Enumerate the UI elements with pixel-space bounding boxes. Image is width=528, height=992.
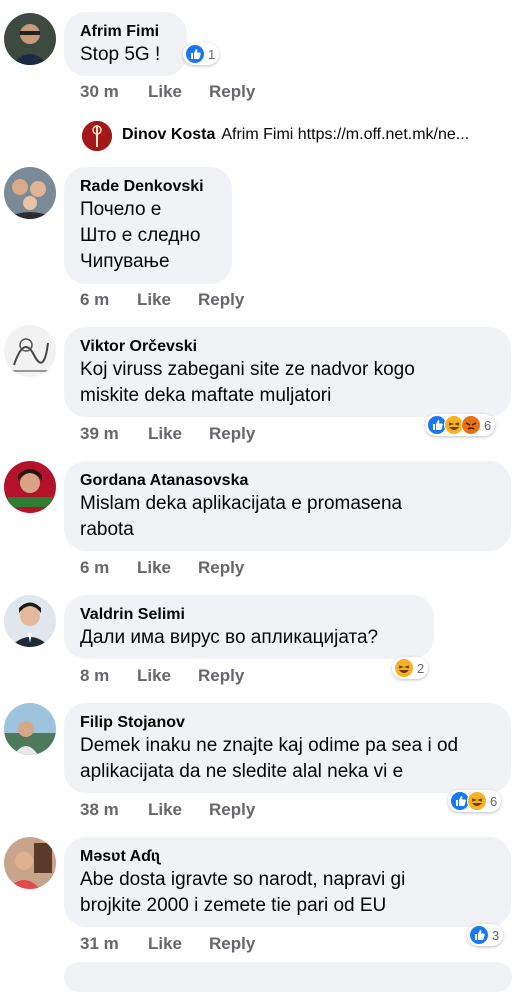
reply-preview[interactable]: Dinov Kosta Afrim Fimi https://m.off.net.… (82, 121, 522, 153)
comment-timestamp[interactable]: 8 m (80, 666, 109, 686)
comment-author[interactable]: Viktor Orčevski (80, 337, 495, 357)
comment-author[interactable]: Afrim Fimi (80, 22, 171, 42)
comment-bubble: Afrim Fimi Stop 5G ! (64, 12, 187, 76)
reaction-summary[interactable]: 6 (425, 414, 496, 436)
reaction-summary[interactable]: 3 (467, 924, 504, 946)
comment-bubble-partial (64, 962, 512, 992)
like-button[interactable]: Like (148, 424, 182, 444)
comment-text: Demek inaku ne znajte kaj odime pa sea i… (80, 735, 459, 782)
comment-bubble: Rade Denkovski Почело е Што е следно Чип… (64, 167, 232, 284)
comment-actions: 31 m Like Reply (80, 934, 380, 954)
reply-preview-text: Dinov Kosta Afrim Fimi https://m.off.net.… (122, 126, 522, 144)
comment-actions: 6 m Like Reply (80, 290, 380, 310)
comment-text: Abe dosta igravte so narodt, napravi gi … (80, 869, 406, 916)
comment-author[interactable]: Valdrin Selimi (80, 605, 418, 625)
avatar[interactable] (4, 595, 56, 647)
comment-text: Stop 5G ! (80, 44, 161, 65)
comment-actions: 38 m Like Reply (80, 800, 380, 820)
comment-timestamp[interactable]: 6 m (80, 558, 109, 578)
comment-author[interactable]: Məsʋt Aɗɩʅ (80, 847, 495, 867)
like-icon (185, 44, 205, 64)
like-icon (469, 925, 489, 945)
reply-button[interactable]: Reply (198, 666, 244, 686)
comment-text: Дали има вирус во апликацијата? (80, 627, 379, 648)
comment-author[interactable]: Rade Denkovski (80, 177, 216, 197)
comment-timestamp[interactable]: 6 m (80, 290, 109, 310)
reply-button[interactable]: Reply (209, 800, 255, 820)
reply-button[interactable]: Reply (209, 424, 255, 444)
avatar[interactable] (4, 461, 56, 513)
reply-button[interactable]: Reply (198, 558, 244, 578)
comment-bubble: Məsʋt Aɗɩʅ Abe dosta igravte so narodt, … (64, 837, 511, 927)
comment-text: Koj viruss zabegani site ze nadvor kogo … (80, 359, 415, 406)
reply-button[interactable]: Reply (209, 934, 255, 954)
comment-text: Mislam deka aplikacijata e promasena rab… (80, 493, 403, 540)
avatar[interactable] (4, 325, 56, 377)
reaction-summary[interactable]: 6 (448, 790, 502, 812)
like-button[interactable]: Like (148, 934, 182, 954)
avatar[interactable] (4, 837, 56, 889)
comment-actions: 8 m Like Reply (80, 666, 380, 686)
reply-button[interactable]: Reply (209, 82, 255, 102)
comment-author[interactable]: Filip Stojanov (80, 713, 495, 733)
reply-snippet: Afrim Fimi https://m.off.net.mk/ne... (221, 126, 470, 143)
comment-actions: 6 m Like Reply (80, 558, 380, 578)
comment-timestamp[interactable]: 39 m (80, 424, 119, 444)
comment-bubble: Viktor Orčevski Koj viruss zabegani site… (64, 327, 511, 417)
avatar[interactable] (4, 703, 56, 755)
reply-author[interactable]: Dinov Kosta (122, 126, 215, 143)
like-button[interactable]: Like (148, 800, 182, 820)
reaction-count: 6 (490, 793, 498, 809)
comment-text: Почело е Што е следно Чипување (80, 199, 201, 272)
reply-button[interactable]: Reply (198, 290, 244, 310)
like-button[interactable]: Like (137, 290, 171, 310)
avatar[interactable] (82, 121, 112, 151)
comment-actions: 39 m Like Reply (80, 424, 380, 444)
like-button[interactable]: Like (137, 558, 171, 578)
reaction-summary[interactable]: 2 (392, 657, 429, 679)
haha-icon (394, 658, 414, 678)
comment-author[interactable]: Gordana Atanasovska (80, 471, 495, 491)
comment-actions: 30 m Like Reply (80, 82, 380, 102)
avatar[interactable] (4, 13, 56, 65)
comment-timestamp[interactable]: 30 m (80, 82, 119, 102)
reaction-count: 3 (492, 927, 500, 943)
comment-timestamp[interactable]: 31 m (80, 934, 119, 954)
angry-icon (461, 415, 481, 435)
reaction-count: 1 (208, 46, 216, 62)
reaction-count: 2 (417, 660, 425, 676)
comment-bubble: Gordana Atanasovska Mislam deka aplikaci… (64, 461, 511, 551)
like-button[interactable]: Like (137, 666, 171, 686)
comment-bubble: Filip Stojanov Demek inaku ne znajte kaj… (64, 703, 511, 793)
haha-icon (467, 791, 487, 811)
reaction-summary[interactable]: 1 (183, 43, 220, 65)
comment-timestamp[interactable]: 38 m (80, 800, 119, 820)
avatar[interactable] (4, 167, 56, 219)
comment-bubble: Valdrin Selimi Дали има вирус во апликац… (64, 595, 434, 659)
reaction-count: 6 (484, 417, 492, 433)
like-button[interactable]: Like (148, 82, 182, 102)
